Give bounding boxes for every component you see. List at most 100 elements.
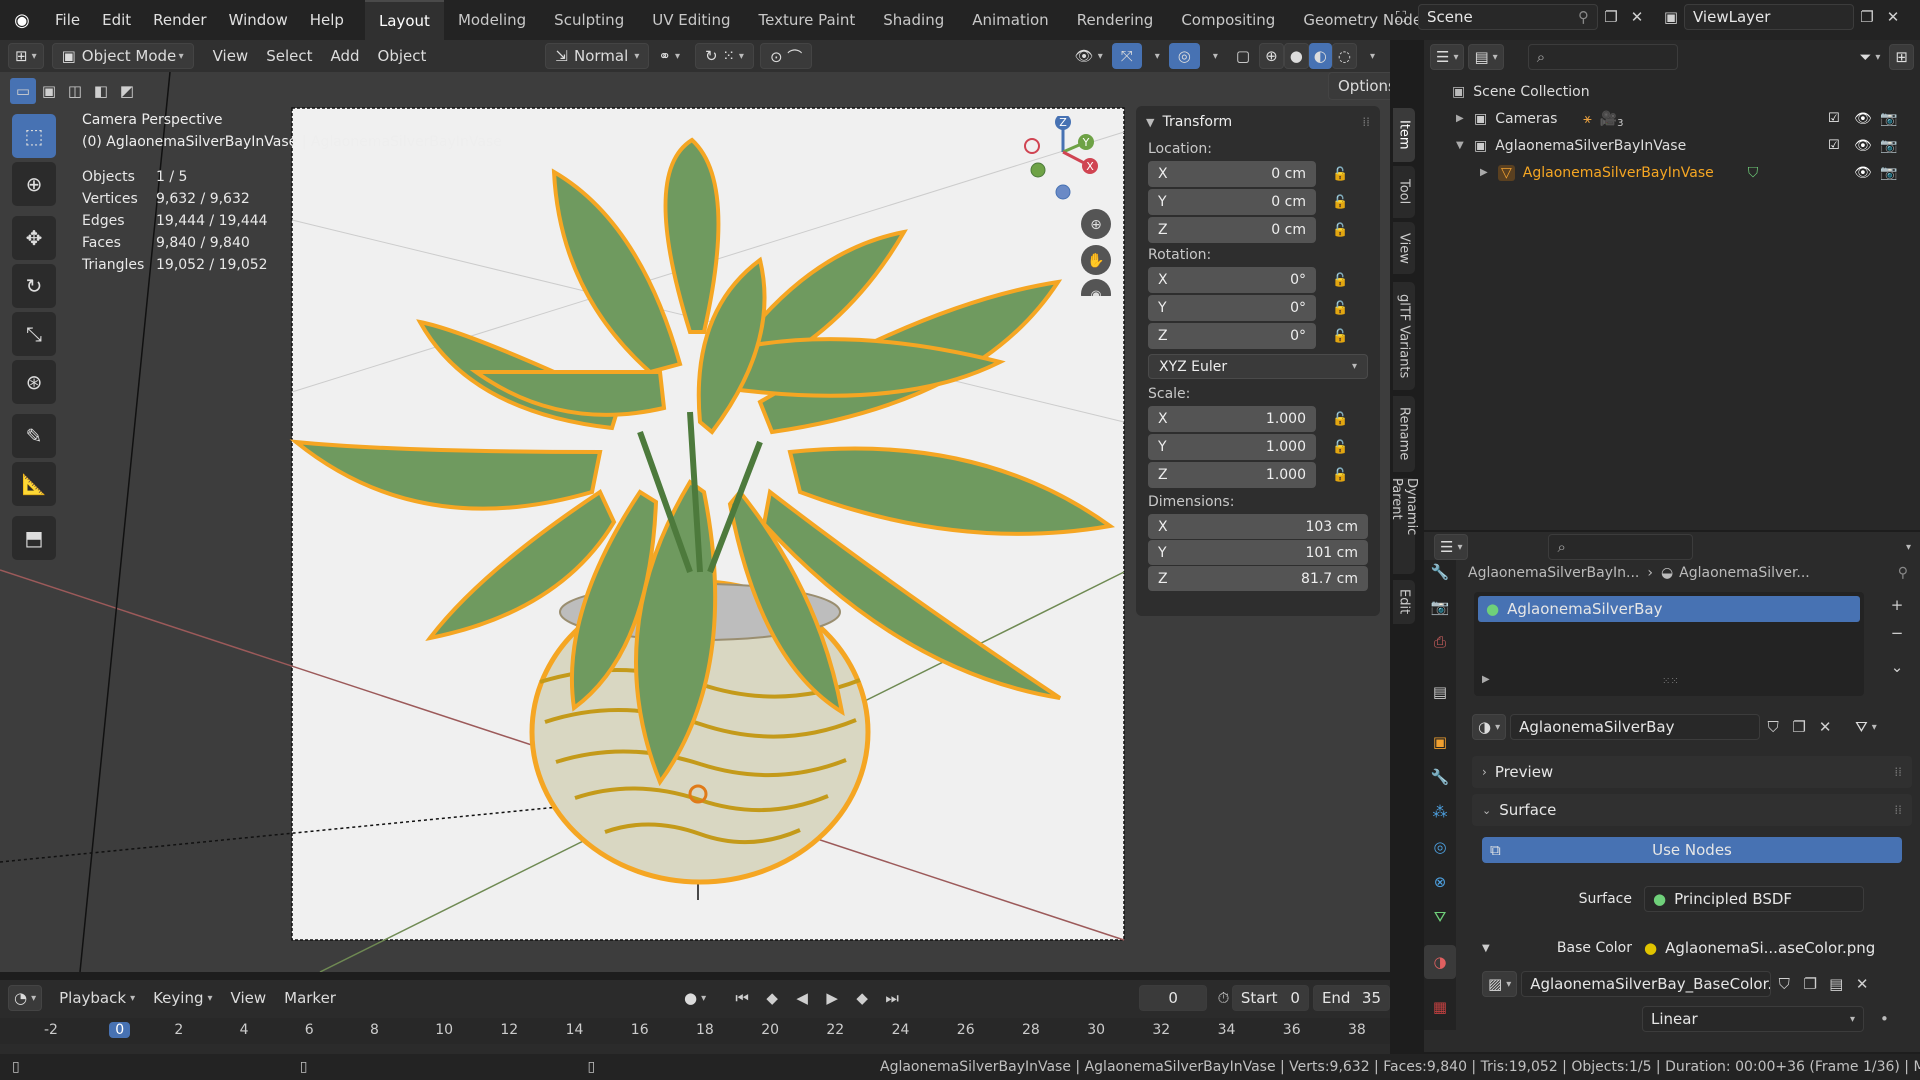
close-icon[interactable]: ✕ [1624, 4, 1650, 30]
base-color-selector[interactable]: ● AglaonemaSi...aseColor.png [1644, 935, 1875, 961]
tool-tab-icon[interactable]: 🔧 [1424, 555, 1456, 589]
display-mode-button[interactable]: ▤ ▾ [1468, 44, 1504, 70]
outliner-row-collection[interactable]: ▼ ▣ AglaonemaSilverBayInVase ☑ 👁 📷 [1424, 132, 1920, 159]
view-layer-tab-icon[interactable]: ▤ [1424, 675, 1456, 709]
overlay-dropdown-icon[interactable]: ▾ [1200, 43, 1227, 69]
shading-solid-icon[interactable]: ● [1283, 43, 1309, 69]
menu-help[interactable]: Help [299, 0, 355, 40]
remove-viewlayer-icon[interactable]: ✕ [1880, 4, 1906, 30]
jump-end-icon[interactable]: ⏭ [879, 985, 905, 1011]
lock-icon[interactable]: 🔓 [1332, 223, 1348, 238]
new-collection-icon[interactable]: ⊞ [1889, 44, 1914, 70]
menu-file[interactable]: File [44, 0, 91, 40]
scale-y-field[interactable]: Y 1.000 [1148, 434, 1316, 460]
tab-layout[interactable]: Layout [364, 0, 444, 40]
outliner-search-input[interactable]: ⌕ [1527, 44, 1678, 70]
viewlayer-selector[interactable]: ViewLayer [1684, 4, 1854, 30]
tab-rendering[interactable]: Rendering [1063, 0, 1168, 40]
visibility-eye-icon[interactable]: 👁 [1854, 165, 1872, 181]
lock-icon[interactable]: 🔓 [1332, 468, 1348, 483]
add-slot-icon[interactable]: + [1884, 592, 1910, 618]
texture-tab-icon[interactable]: ▦ [1424, 990, 1456, 1024]
surface-shader-selector[interactable]: ● Principled BSDF [1644, 886, 1864, 912]
scale-x-field[interactable]: X 1.000 [1148, 406, 1316, 432]
select-invert-icon[interactable]: ◧ [88, 78, 114, 104]
material-slot-list[interactable]: ● AglaonemaSilverBay ▶ ⁙⁙ [1474, 592, 1864, 696]
properties-search-input[interactable]: ⌕ [1548, 534, 1694, 560]
tab-animation[interactable]: Animation [958, 0, 1062, 40]
frame-ruler[interactable]: -2 0 2 4 6 8 10 12 14 16 18 20 22 24 26 28 30 32 34 36 38 [0, 1018, 1390, 1044]
auto-keying-icon[interactable]: ● ▾ [675, 985, 715, 1011]
shading-dropdown-icon[interactable]: ▾ [1357, 43, 1384, 69]
outliner-row-object[interactable]: ▶ ▽ AglaonemaSilverBayInVase ⛉ 👁 📷 [1424, 159, 1920, 186]
current-frame-field[interactable]: 0 [1139, 985, 1208, 1011]
tab-uv-editing[interactable]: UV Editing [638, 0, 744, 40]
snap-button[interactable]: ↻ ⁙ ▾ [695, 43, 754, 69]
sidebar-tab-gltf-variants[interactable]: glTF Variants [1393, 282, 1415, 390]
visibility-icon[interactable]: 👁 ▾ [1066, 43, 1112, 69]
menu-edit[interactable]: Edit [91, 0, 142, 40]
navigation-gizmo[interactable]: Z Y X ⊕ ✋ ◉ [1018, 116, 1128, 296]
data-tab-icon[interactable]: ⛛ [1424, 900, 1456, 934]
tab-texture-paint[interactable]: Texture Paint [744, 0, 869, 40]
rotation-z-field[interactable]: Z 0° [1148, 323, 1316, 349]
next-keyframe-icon[interactable]: ◆ [849, 985, 875, 1011]
shading-wireframe-icon[interactable]: ⊕ [1259, 43, 1284, 69]
stopwatch-icon[interactable]: ⏱ [1215, 985, 1232, 1011]
gizmo-toggle-icon[interactable]: ⤧ [1111, 43, 1142, 69]
new-scene-icon[interactable]: ❐ [1598, 4, 1624, 30]
open-image-icon[interactable]: ▤ [1823, 971, 1849, 997]
fake-user-icon[interactable]: ⛉ [1771, 971, 1797, 997]
timeline-menu-keying[interactable]: Keying ▾ [144, 985, 221, 1011]
blender-logo-icon[interactable]: ◉ [0, 0, 44, 40]
resize-handle-icon[interactable]: ⁙⁙ [1662, 676, 1679, 687]
select-box-icon[interactable]: ⬚ [12, 114, 56, 158]
expand-arrow-icon[interactable]: ▶ [1482, 674, 1490, 685]
proportional-edit-button[interactable]: ⊙ ⌒ [759, 43, 813, 69]
sidebar-tab-dynamic-parent[interactable]: Dynamic Parent [1389, 478, 1419, 574]
rotation-y-field[interactable]: Y 0° [1148, 295, 1316, 321]
select-new-icon[interactable]: ▭ [10, 78, 36, 104]
viewport-menu-object[interactable]: Object [369, 43, 436, 69]
gizmo-dropdown-icon[interactable]: ▾ [1142, 43, 1169, 69]
timeline-menu-view[interactable]: View [222, 985, 276, 1011]
dimension-y-field[interactable]: Y 101 cm [1148, 540, 1368, 565]
timeline-menu-marker[interactable]: Marker [275, 985, 345, 1011]
lock-icon[interactable]: 🔓 [1332, 273, 1348, 288]
viewport-menu-select[interactable]: Select [257, 43, 321, 69]
transform-header[interactable]: ▼ Transform ⁞⁞ [1136, 106, 1380, 138]
end-frame-field[interactable]: End 35 [1312, 985, 1390, 1011]
viewport-menu-view[interactable]: View [204, 43, 258, 69]
timeline-editor-type-button[interactable]: ◔ ▾ [8, 985, 43, 1011]
collapse-arrow-icon[interactable]: ▼ [1456, 140, 1474, 151]
duplicate-image-icon[interactable]: ❐ [1797, 971, 1823, 997]
properties-options-icon[interactable]: ▾ [1893, 534, 1920, 560]
pivot-button[interactable]: ⚭ ▾ [649, 43, 689, 69]
sidebar-tab-view[interactable]: View [1393, 222, 1415, 274]
fake-user-icon[interactable]: ⛉ [1760, 714, 1786, 740]
lock-icon[interactable]: 🔓 [1332, 195, 1348, 210]
scale-z-field[interactable]: Z 1.000 [1148, 462, 1316, 488]
render-tab-icon[interactable]: 📷 [1424, 590, 1456, 624]
new-viewlayer-icon[interactable]: ❐ [1854, 4, 1880, 30]
expand-arrow-icon[interactable]: ▶ [1456, 113, 1474, 124]
rotation-x-field[interactable]: X 0° [1148, 267, 1316, 293]
modifier-tab-icon[interactable]: 🔧 [1424, 760, 1456, 794]
outliner-editor-type-button[interactable]: ☰ ▾ [1430, 44, 1465, 70]
drag-handle-icon[interactable]: ⁞⁞ [1362, 115, 1370, 129]
slot-menu-icon[interactable]: ⌄ [1884, 654, 1910, 680]
material-tab-icon[interactable]: ◑ [1424, 945, 1456, 979]
sidebar-tab-rename[interactable]: Rename [1393, 396, 1415, 472]
play-icon[interactable]: ▶ [819, 985, 845, 1011]
tab-shading[interactable]: Shading [869, 0, 958, 40]
render-camera-icon[interactable]: 📷 [1880, 111, 1897, 127]
expand-arrow-icon[interactable]: ▶ [1480, 167, 1498, 178]
options-button[interactable]: Options▾ [1328, 72, 1390, 100]
mode-selector[interactable]: ▣ Object Mode ▾ [51, 43, 194, 69]
scene-icon[interactable]: ⛶ [1388, 4, 1414, 30]
dimension-z-field[interactable]: Z 81.7 cm [1148, 566, 1368, 591]
image-name-field[interactable]: AglaonemaSilverBay_BaseColor.... [1521, 971, 1772, 997]
pin-icon[interactable]: ⚲ [1578, 8, 1589, 26]
play-reverse-icon[interactable]: ◀ [789, 985, 815, 1011]
remove-slot-icon[interactable]: − [1884, 620, 1910, 646]
